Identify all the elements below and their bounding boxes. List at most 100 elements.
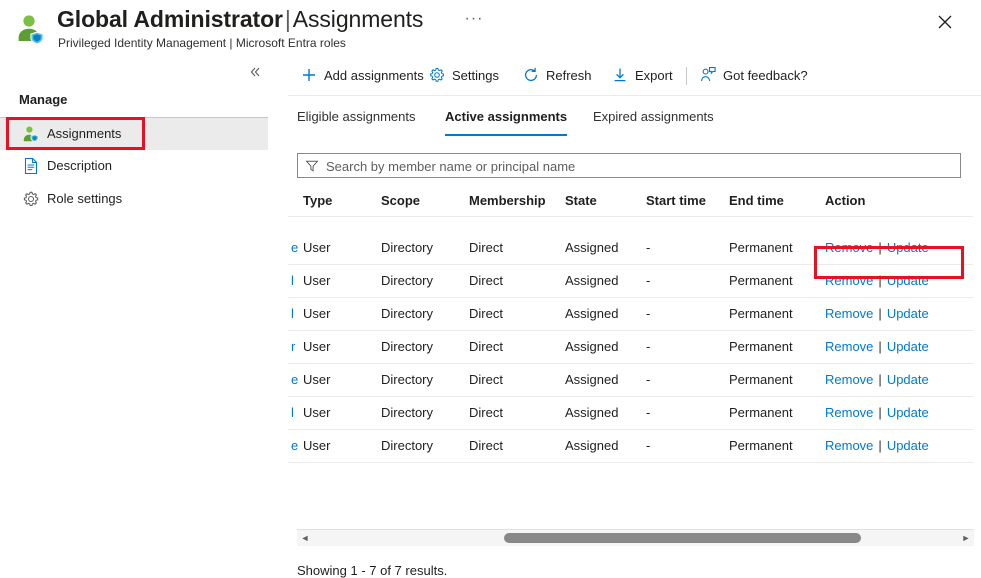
principal-name-clipped[interactable]: е <box>291 232 300 264</box>
sidebar-item-role-settings[interactable]: Role settings <box>0 183 268 215</box>
cell-membership: Direct <box>469 430 503 462</box>
more-options-button[interactable]: ··· <box>462 8 486 30</box>
cell-end-time: Permanent <box>729 364 793 396</box>
cell-scope: Directory <box>381 331 433 363</box>
remove-link[interactable]: Remove <box>825 306 873 321</box>
table-row[interactable]: rUserDirectoryDirectAssigned-PermanentRe… <box>288 331 973 364</box>
cell-start-time: - <box>646 364 650 396</box>
column-header-scope[interactable]: Scope <box>381 187 420 215</box>
column-header-type[interactable]: Type <box>303 187 332 215</box>
tab-expired-assignments[interactable]: Expired assignments <box>593 104 714 134</box>
document-icon <box>22 157 40 175</box>
tab-eligible-assignments[interactable]: Eligible assignments <box>297 104 416 134</box>
principal-name-clipped[interactable]: l <box>291 397 300 429</box>
principal-name-clipped[interactable]: l <box>291 298 300 330</box>
sidebar-item-label: Description <box>47 150 112 182</box>
table-row[interactable]: еUserDirectoryDirectAssigned-PermanentRe… <box>288 232 973 265</box>
cell-type: User <box>303 430 330 462</box>
action-separator: | <box>873 339 886 354</box>
page-title: Global Administrator|Assignments <box>57 4 423 34</box>
page-title-role: Global Administrator <box>57 6 283 32</box>
scroll-right-button[interactable]: ► <box>958 530 974 546</box>
sidebar-item-description[interactable]: Description <box>0 150 268 182</box>
got-feedback-label: Got feedback? <box>723 68 808 83</box>
cell-end-time: Permanent <box>729 232 793 264</box>
remove-link[interactable]: Remove <box>825 372 873 387</box>
chevron-double-left-icon[interactable] <box>243 64 267 86</box>
remove-link[interactable]: Remove <box>825 438 873 453</box>
principal-name-clipped[interactable]: e <box>291 364 300 396</box>
remove-link[interactable]: Remove <box>825 240 873 255</box>
table-row[interactable]: еUserDirectoryDirectAssigned-PermanentRe… <box>288 430 973 463</box>
table-row[interactable]: eUserDirectoryDirectAssigned-PermanentRe… <box>288 364 973 397</box>
column-header-state[interactable]: State <box>565 187 597 215</box>
update-link[interactable]: Update <box>887 306 929 321</box>
cell-type: User <box>303 298 330 330</box>
principal-name-clipped[interactable]: е <box>291 430 300 462</box>
cell-type: User <box>303 265 330 297</box>
cell-end-time: Permanent <box>729 298 793 330</box>
blade-header: Global Administrator|Assignments Privile… <box>0 0 981 56</box>
search-input[interactable] <box>324 154 948 179</box>
column-header-action: Action <box>825 187 865 215</box>
column-header-start-time[interactable]: Start time <box>646 187 706 215</box>
table-body: еUserDirectoryDirectAssigned-PermanentRe… <box>288 232 973 463</box>
principal-name-clipped[interactable]: l <box>291 265 300 297</box>
cell-start-time: - <box>646 331 650 363</box>
cell-action: Remove|Update <box>825 364 929 396</box>
cell-scope: Directory <box>381 430 433 462</box>
refresh-button[interactable]: Refresh <box>522 62 592 90</box>
cell-action: Remove|Update <box>825 298 929 330</box>
cell-start-time: - <box>646 397 650 429</box>
filter-icon <box>305 159 319 173</box>
remove-link[interactable]: Remove <box>825 339 873 354</box>
cell-type: User <box>303 232 330 264</box>
assignments-table: Type Scope Membership State Start time E… <box>288 187 981 467</box>
sidebar-item-assignments[interactable]: Assignments <box>0 117 268 150</box>
update-link[interactable]: Update <box>887 339 929 354</box>
remove-link[interactable]: Remove <box>825 273 873 288</box>
cell-action: Remove|Update <box>825 232 929 264</box>
cell-scope: Directory <box>381 232 433 264</box>
cell-action: Remove|Update <box>825 265 929 297</box>
update-link[interactable]: Update <box>887 372 929 387</box>
add-assignments-label: Add assignments <box>324 68 424 83</box>
results-count-label: Showing 1 - 7 of 7 results. <box>297 563 447 578</box>
cell-membership: Direct <box>469 364 503 396</box>
sidebar-item-label: Assignments <box>47 118 121 150</box>
got-feedback-button[interactable]: Got feedback? <box>699 62 808 90</box>
cell-start-time: - <box>646 232 650 264</box>
update-link[interactable]: Update <box>887 438 929 453</box>
refresh-label: Refresh <box>546 68 592 83</box>
cell-end-time: Permanent <box>729 397 793 429</box>
plus-icon <box>300 66 318 84</box>
toolbar-divider <box>686 67 687 85</box>
table-row[interactable]: lUserDirectoryDirectAssigned-PermanentRe… <box>288 298 973 331</box>
add-assignments-button[interactable]: Add assignments <box>300 62 424 90</box>
cell-start-time: - <box>646 298 650 330</box>
cell-end-time: Permanent <box>729 265 793 297</box>
update-link[interactable]: Update <box>887 405 929 420</box>
update-link[interactable]: Update <box>887 273 929 288</box>
horizontal-scrollbar[interactable]: ◄ ► <box>297 529 974 546</box>
column-header-membership[interactable]: Membership <box>469 187 546 215</box>
search-box[interactable] <box>297 153 961 178</box>
export-button[interactable]: Export <box>611 62 673 90</box>
table-row[interactable]: lUserDirectoryDirectAssigned-PermanentRe… <box>288 265 973 298</box>
table-row[interactable]: lUserDirectoryDirectAssigned-PermanentRe… <box>288 397 973 430</box>
action-separator: | <box>873 240 886 255</box>
page-title-separator: | <box>283 6 293 32</box>
scroll-left-arrow-icon: ◄ <box>297 530 313 546</box>
cell-end-time: Permanent <box>729 331 793 363</box>
tab-active-assignments[interactable]: Active assignments <box>445 104 567 136</box>
scroll-left-button[interactable]: ◄ <box>297 530 313 546</box>
close-icon[interactable] <box>930 8 960 36</box>
update-link[interactable]: Update <box>887 240 929 255</box>
cell-state: Assigned <box>565 397 618 429</box>
principal-name-clipped[interactable]: r <box>291 331 300 363</box>
column-header-end-time[interactable]: End time <box>729 187 784 215</box>
remove-link[interactable]: Remove <box>825 405 873 420</box>
person-feedback-icon <box>699 66 717 84</box>
settings-button[interactable]: Settings <box>428 62 499 90</box>
scrollbar-thumb[interactable] <box>504 533 861 543</box>
